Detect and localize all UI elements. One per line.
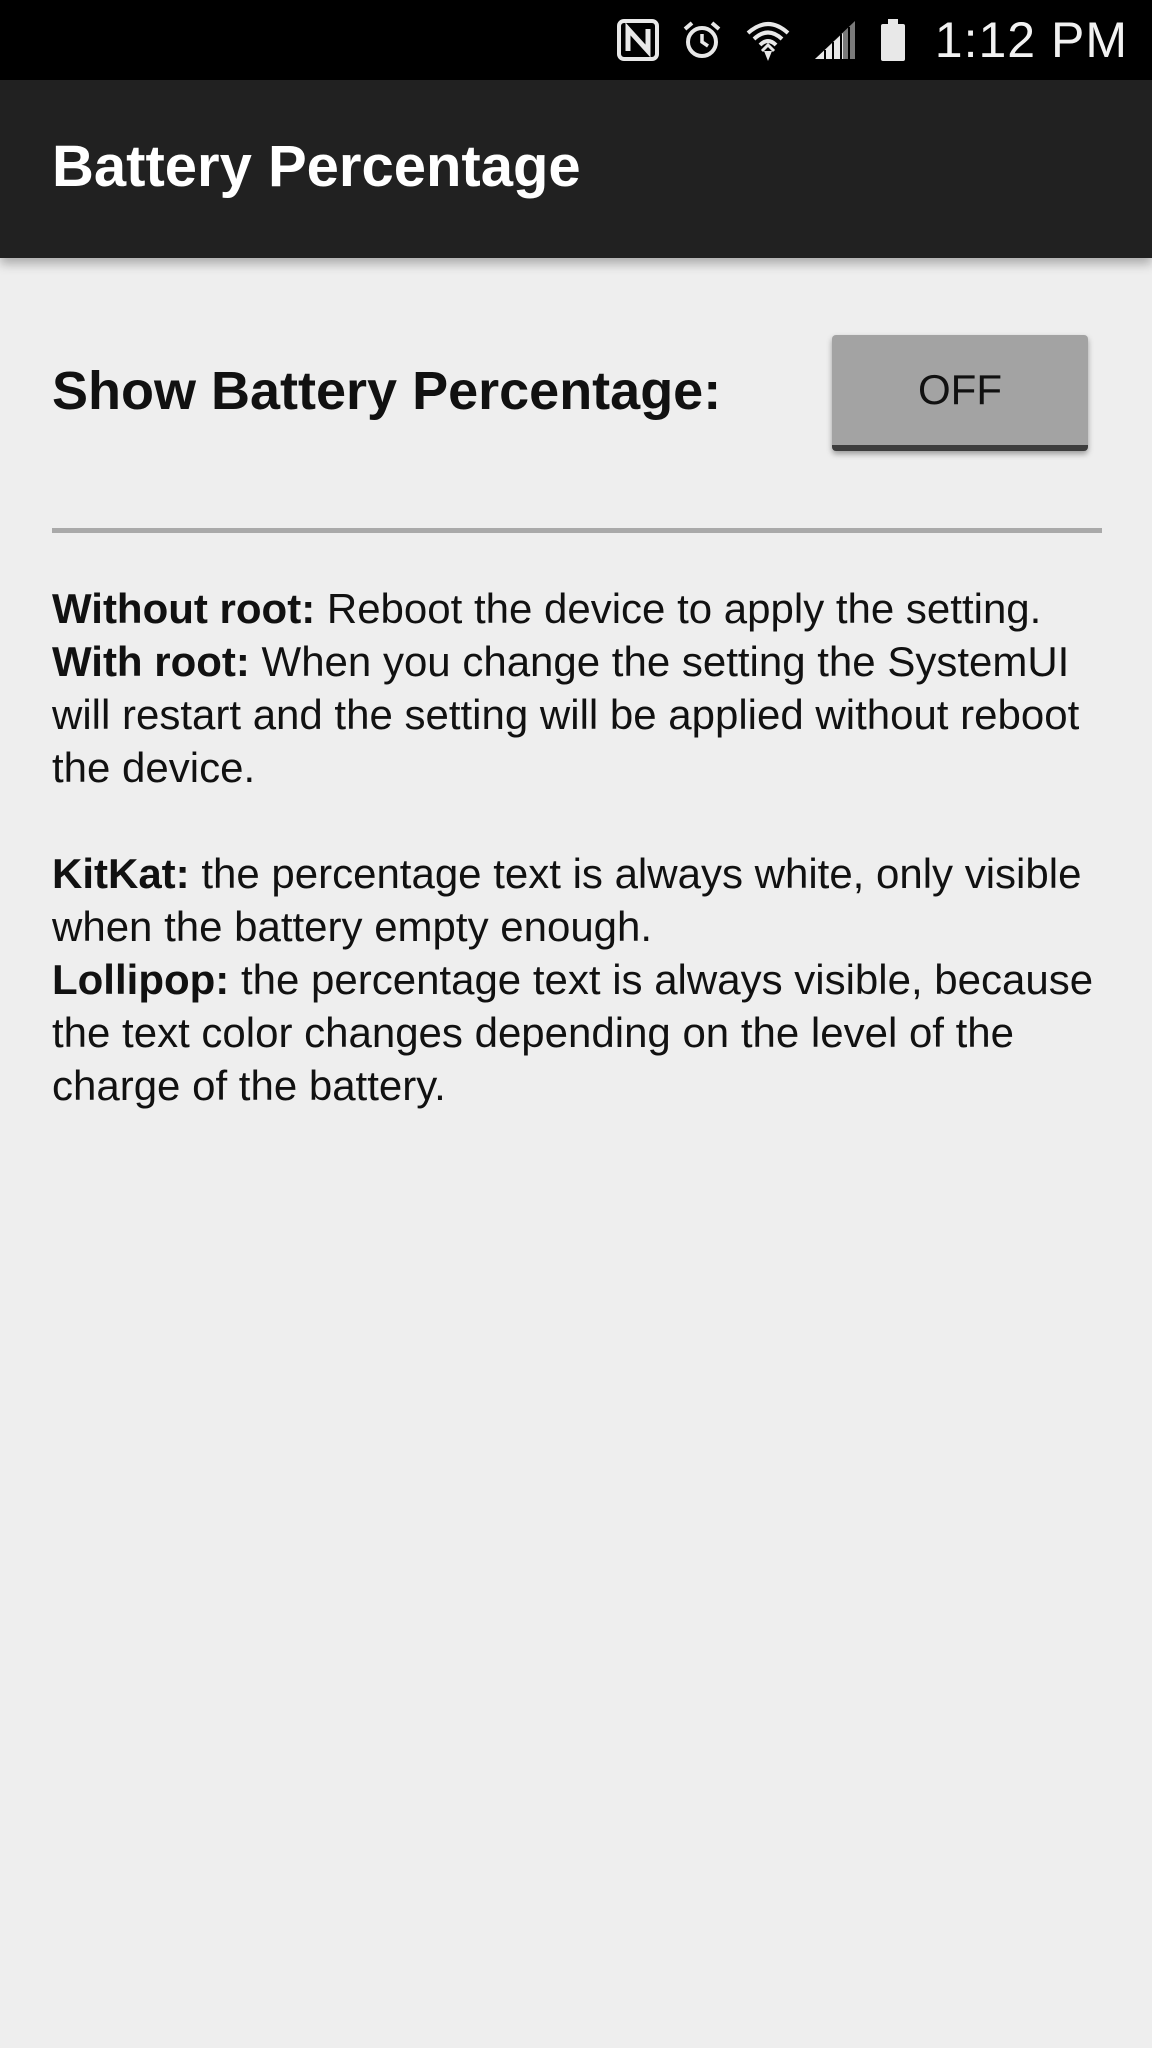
info-text: Without root: Reboot the device to apply…: [52, 582, 1112, 1112]
signal-icon: [813, 16, 857, 64]
app-title: Battery Percentage: [52, 134, 581, 199]
battery-icon: [879, 16, 907, 64]
app-bar: Battery Percentage: [0, 80, 1152, 258]
with-root-paragraph: With root: When you change the setting t…: [52, 635, 1112, 794]
kitkat-paragraph: KitKat: the percentage text is always wh…: [52, 847, 1112, 953]
status-bar: 1:12 PM: [0, 0, 1152, 80]
setting-label: Show Battery Percentage:: [52, 361, 722, 421]
alarm-icon: [681, 16, 723, 64]
wifi-icon: [745, 16, 791, 64]
status-icons: 1:12 PM: [616, 0, 1128, 80]
without-root-text: Reboot the device to apply the setting.: [315, 585, 1042, 632]
without-root-label: Without root:: [52, 585, 316, 632]
status-time: 1:12 PM: [934, 12, 1128, 68]
battery-percentage-toggle-button[interactable]: OFF: [832, 335, 1088, 451]
without-root-paragraph: Without root: Reboot the device to apply…: [52, 582, 1112, 635]
kitkat-text: the percentage text is always white, onl…: [52, 850, 1082, 950]
kitkat-label: KitKat:: [52, 850, 190, 897]
lollipop-paragraph: Lollipop: the percentage text is always …: [52, 953, 1112, 1112]
lollipop-label: Lollipop:: [52, 956, 230, 1003]
divider: [52, 528, 1102, 533]
nfc-icon: [616, 16, 659, 64]
with-root-label: With root:: [52, 638, 250, 685]
battery-percentage-setting: Show Battery Percentage: OFF: [52, 335, 1094, 455]
